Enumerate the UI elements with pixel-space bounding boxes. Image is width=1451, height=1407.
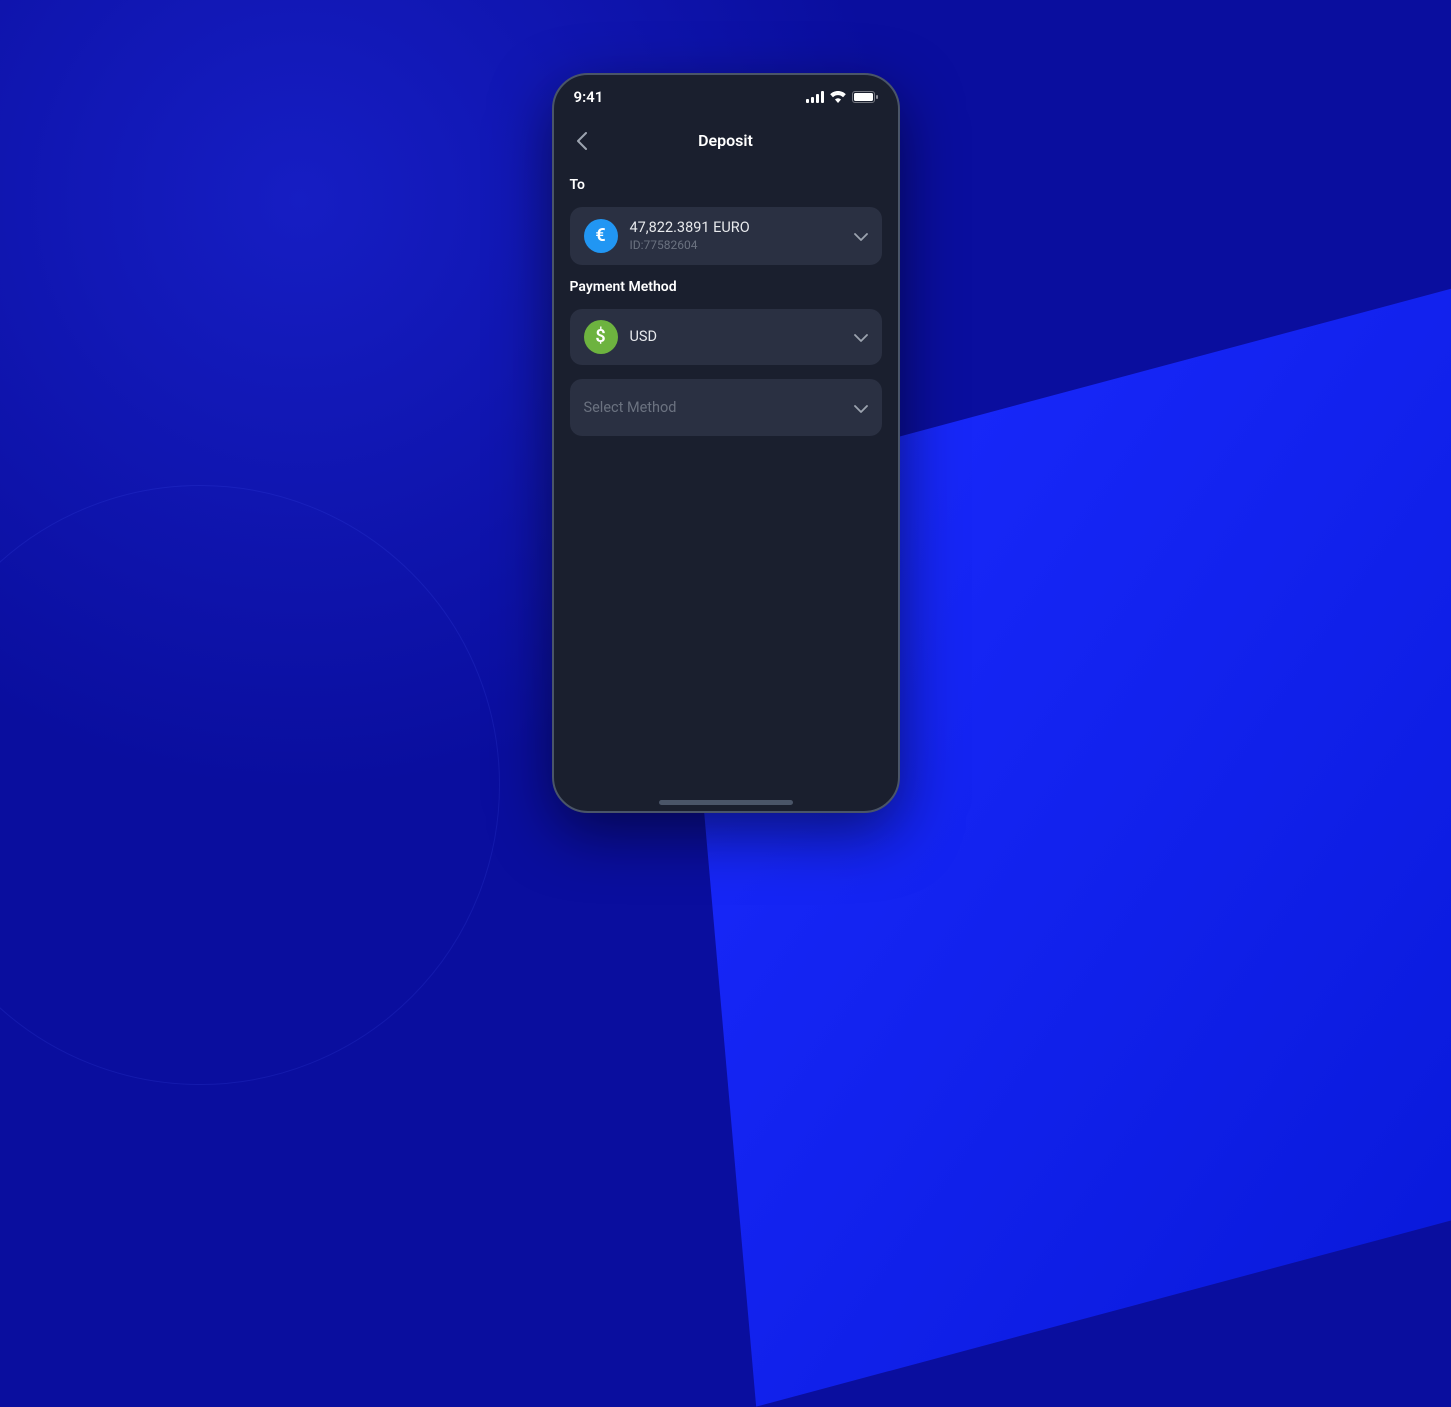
- euro-icon: €: [584, 219, 618, 253]
- currency-label: USD: [630, 328, 842, 345]
- chevron-down-icon: [854, 398, 868, 417]
- status-icons: [806, 91, 878, 103]
- status-time: 9:41: [574, 88, 604, 106]
- dollar-icon: $: [584, 320, 618, 354]
- to-section-label: To: [570, 177, 882, 193]
- payment-method-section-label: Payment Method: [570, 279, 882, 295]
- account-id: ID:77582604: [630, 238, 842, 252]
- battery-icon: [852, 91, 878, 103]
- status-bar: 9:41: [554, 75, 898, 119]
- page-title: Deposit: [698, 131, 753, 150]
- account-selector[interactable]: € 47,822.3891 EURO ID:77582604: [570, 207, 882, 265]
- account-balance: 47,822.3891 EURO: [630, 219, 842, 236]
- method-selector[interactable]: Select Method: [570, 379, 882, 436]
- back-button[interactable]: [570, 129, 594, 153]
- method-placeholder: Select Method: [584, 393, 677, 422]
- currency-info: USD: [630, 328, 842, 345]
- home-indicator[interactable]: [659, 800, 793, 805]
- chevron-down-icon: [854, 327, 868, 346]
- content: To € 47,822.3891 EURO ID:77582604 Paymen…: [554, 163, 898, 436]
- chevron-down-icon: [854, 226, 868, 245]
- wifi-icon: [830, 91, 846, 103]
- nav-bar: Deposit: [554, 119, 898, 163]
- account-info: 47,822.3891 EURO ID:77582604: [630, 219, 842, 252]
- chevron-left-icon: [577, 132, 587, 150]
- phone-frame: 9:41: [552, 73, 900, 813]
- currency-selector[interactable]: $ USD: [570, 309, 882, 365]
- cellular-icon: [806, 91, 824, 103]
